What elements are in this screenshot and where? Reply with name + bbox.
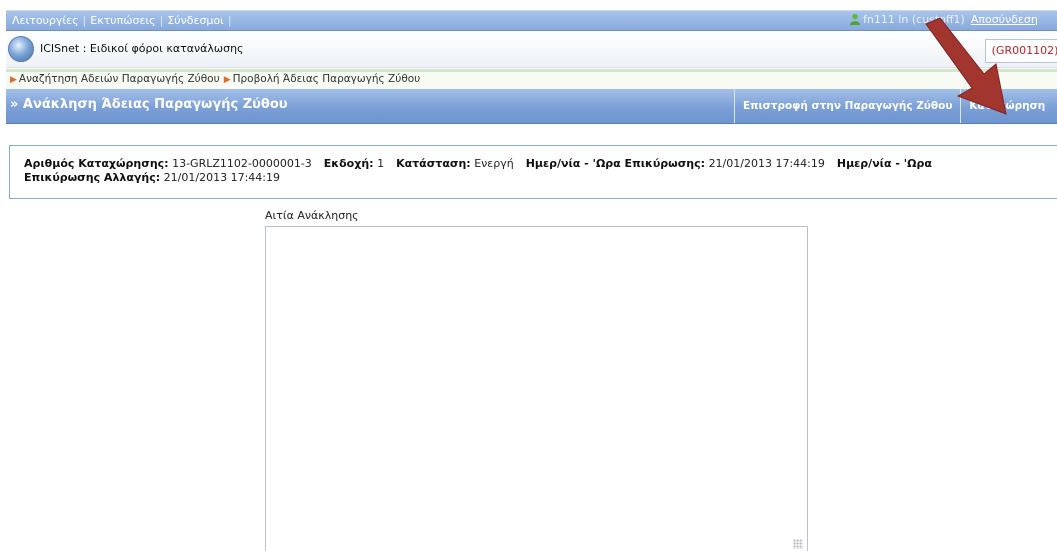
menu-item-links[interactable]: Σύνδεσμοι	[167, 14, 224, 27]
license-info-panel: Αριθμός Καταχώρησης: 13-GRLZ1102-0000001…	[9, 145, 1057, 199]
info-line-2: Επικύρωσης Αλλαγής: 21/01/2013 17:44:19	[24, 171, 280, 184]
user-icon	[850, 13, 860, 25]
reason-label: Αιτία Ανάκλησης	[265, 209, 359, 222]
reason-textarea[interactable]	[265, 226, 808, 551]
status-value: Ενεργή	[474, 157, 514, 170]
menu-separator: |	[227, 14, 232, 27]
page-title: » Ανάκληση Άδειας Παραγωγής Ζύθου	[10, 97, 288, 112]
page-title-bar: » Ανάκληση Άδειας Παραγωγής Ζύθου Επιστρ…	[6, 89, 1057, 124]
breadcrumb: ▶ Αναζήτηση Αδειών Παραγωγής Ζύθου ▶ Προβολ…	[6, 69, 1057, 90]
validation-value: 21/01/2013 17:44:19	[708, 157, 825, 170]
annotation-arrow-icon	[925, 18, 1007, 115]
menu-item-prints[interactable]: Εκτυπώσεις	[90, 14, 155, 27]
version-value: 1	[377, 157, 385, 170]
menu-separator: |	[159, 14, 164, 27]
app-header: ICISnet : Ειδικοί φόροι κατανάλωσης (GR0…	[6, 31, 1057, 68]
change-value: 21/01/2013 17:44:19	[163, 171, 280, 184]
top-menu-bar: Λειτουργίες | Εκτυπώσεις | Σύνδεσμοι | fn111 …	[6, 10, 1057, 31]
breadcrumb-item-view[interactable]: Προβολή Άδειας Παραγωγής Ζύθου	[233, 73, 421, 85]
resize-grip-icon[interactable]	[793, 539, 803, 549]
reg-no-label: Αριθμός Καταχώρησης:	[24, 157, 169, 170]
change-label-cont: Επικύρωσης Αλλαγής:	[24, 171, 161, 184]
app-title: ICISnet : Ειδικοί φόροι κατανάλωσης	[40, 42, 244, 55]
breadcrumb-arrow-icon: ▶	[223, 75, 231, 85]
info-line-1: Αριθμός Καταχώρησης: 13-GRLZ1102-0000001…	[24, 157, 932, 170]
change-label: Ημερ/νία - 'Ωρα	[836, 157, 932, 170]
version-label: Εκδοχή:	[323, 157, 374, 170]
status-label: Κατάσταση:	[396, 157, 471, 170]
menu-item-functions[interactable]: Λειτουργίες	[12, 14, 79, 27]
icisnet-logo	[8, 36, 34, 62]
menu-separator: |	[82, 14, 87, 27]
validation-label: Ημερ/νία - 'Ωρα Επικύρωσης:	[525, 157, 706, 170]
main-menu: Λειτουργίες | Εκτυπώσεις | Σύνδεσμοι |	[12, 14, 236, 27]
breadcrumb-arrow-icon: ▶	[10, 75, 17, 85]
reg-no-value: 13-GRLZ1102-0000001-3	[172, 157, 312, 170]
breadcrumb-item-search[interactable]: Αναζήτηση Αδειών Παραγωγής Ζύθου	[19, 73, 220, 85]
